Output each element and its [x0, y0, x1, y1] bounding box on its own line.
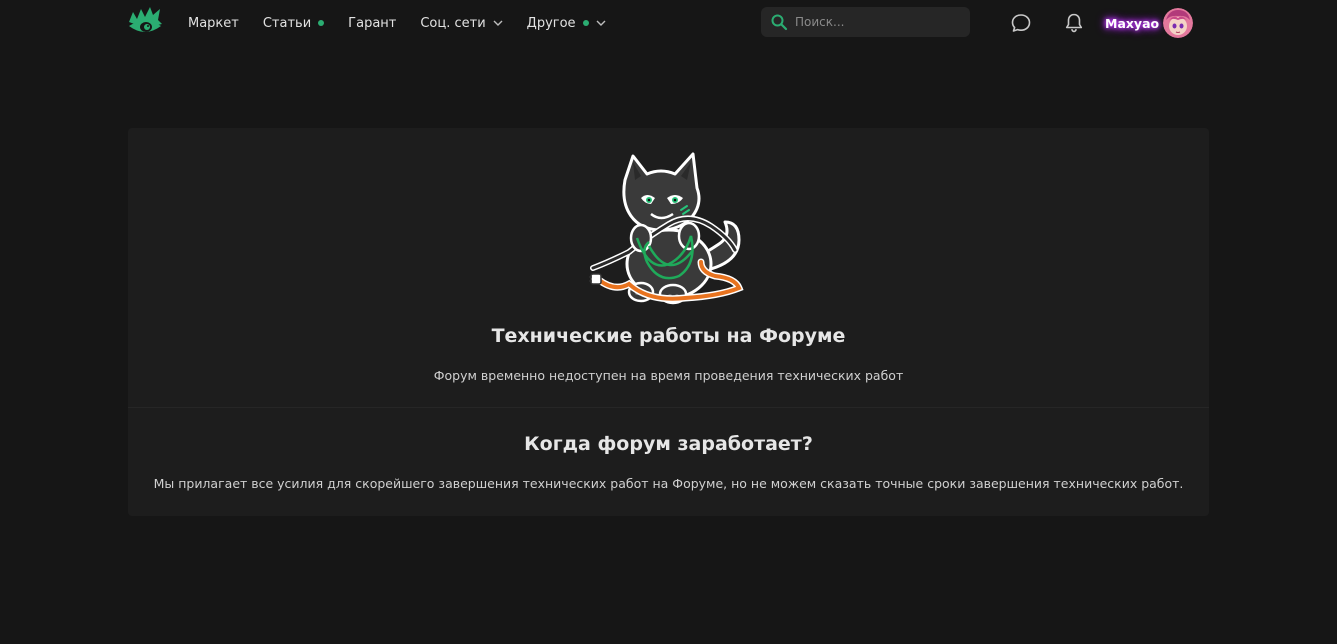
username[interactable]: Maxyao [1105, 16, 1159, 31]
avatar[interactable] [1163, 8, 1194, 38]
maintenance-description: Форум временно недоступен на время прове… [433, 368, 904, 383]
section-divider [128, 407, 1209, 408]
nav-item-label: Гарант [348, 15, 397, 31]
nav-item-articles[interactable]: Статьи [262, 15, 325, 31]
logo-eye-icon[interactable] [127, 6, 163, 38]
cat-mascot-illustration [589, 152, 744, 305]
nav-item-label: Другое [526, 15, 576, 31]
chat-icon[interactable] [1009, 11, 1033, 35]
chevron-down-icon [596, 20, 606, 26]
new-indicator-dot [582, 20, 589, 26]
search-box[interactable] [761, 7, 970, 37]
nav-item-label: Маркет [188, 15, 239, 31]
search-icon [771, 14, 788, 31]
nav-item-market[interactable]: Маркет [188, 16, 239, 31]
user-menu[interactable]: Maxyao [1105, 7, 1194, 39]
nav-item-social[interactable]: Соц. сети [420, 15, 503, 31]
top-navbar: Маркет Статьи Гарант Соц. сети Другое По… [0, 0, 1337, 46]
search-input[interactable] [795, 15, 955, 29]
nav-item-other[interactable]: Другое [527, 16, 606, 31]
eta-description: Мы прилагает все усилия для скорейшего з… [153, 476, 1184, 491]
main-menu: Маркет Статьи Гарант Соц. сети Другое [188, 0, 630, 46]
nav-item-label: Статьи [262, 15, 312, 31]
maintenance-card: Технические работы на Форуме Форум време… [128, 128, 1209, 516]
chevron-down-icon [493, 20, 503, 26]
maintenance-section: Технические работы на Форуме Форум време… [128, 128, 1209, 407]
maintenance-title: Технические работы на Форуме [491, 325, 846, 347]
new-indicator-dot [318, 20, 325, 26]
bell-icon[interactable] [1062, 11, 1086, 35]
nav-item-label: Соц. сети [420, 15, 486, 31]
nav-item-guarantor[interactable]: Гарант [348, 16, 396, 31]
eta-title: Когда форум заработает? [524, 433, 813, 455]
